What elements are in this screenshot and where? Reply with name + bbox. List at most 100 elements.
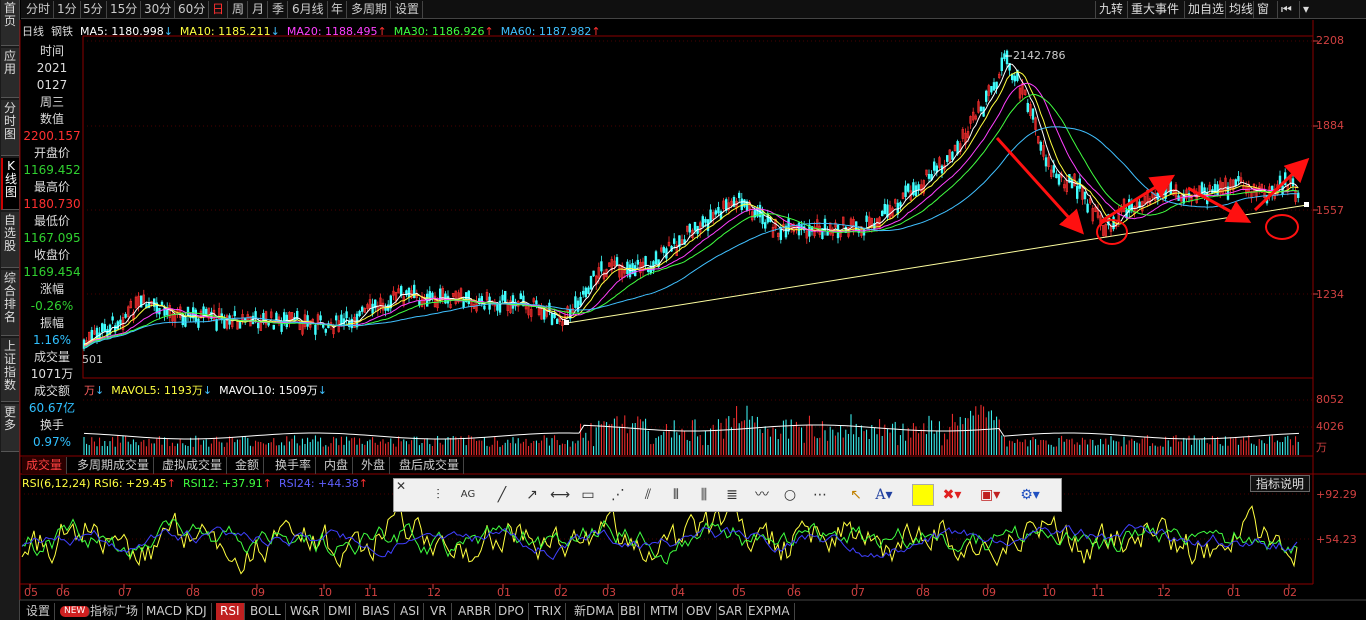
period-lines-icon[interactable]: ⦀: [666, 485, 686, 505]
indicator-tab-expma[interactable]: EXPMA: [744, 603, 795, 620]
wave-icon[interactable]: 〰: [752, 485, 772, 505]
circle-icon[interactable]: ○: [780, 485, 800, 505]
candle-body: [1055, 173, 1058, 179]
vtab-amount[interactable]: 金额: [231, 457, 265, 474]
arrow-down-icon: ↓: [317, 384, 327, 397]
candle-body: [709, 209, 712, 223]
candle-body: [979, 106, 983, 112]
indicator-tab-wr[interactable]: W&R: [286, 603, 325, 620]
vol-tick: 8052: [1316, 393, 1344, 406]
text-ag-icon[interactable]: AG: [458, 485, 478, 505]
trend-anchor: [1304, 202, 1309, 207]
rectangle-icon[interactable]: ▭: [578, 485, 598, 505]
red-circle: [1096, 219, 1128, 245]
candle-body: [951, 151, 954, 160]
hide-drawings-icon[interactable]: ▣▾: [980, 485, 1000, 505]
parallel-lines-icon[interactable]: ⫶: [428, 485, 448, 505]
x-tick: 10: [318, 586, 332, 599]
candle-body: [306, 315, 309, 327]
x-tick: 02: [554, 586, 568, 599]
indicator-tab-sar[interactable]: SAR: [714, 603, 748, 620]
candle-body: [334, 315, 338, 321]
x-tick: 01: [1227, 586, 1241, 599]
vtab-turnover[interactable]: 换手率: [271, 457, 317, 474]
vtab-outer[interactable]: 外盘: [357, 457, 391, 474]
candle-body: [101, 323, 104, 333]
vtab-virtual-volume[interactable]: 虚拟成交量: [158, 457, 228, 474]
vtab-inner[interactable]: 内盘: [320, 457, 354, 474]
indicator-tab-macd[interactable]: MACD: [142, 603, 187, 620]
fibonacci-retrace-icon[interactable]: ≣: [722, 485, 742, 505]
arrow-up-icon: ↑: [262, 477, 272, 490]
candle-body: [319, 315, 322, 321]
x-tick: 11: [1091, 586, 1105, 599]
text-icon[interactable]: A▾: [874, 485, 894, 505]
kline-chart[interactable]: [0, 0, 1366, 620]
more-icon[interactable]: ⋯: [810, 485, 830, 505]
line-segment-icon[interactable]: ╱: [492, 485, 512, 505]
arrow-up-icon: ↑: [358, 477, 368, 490]
mavol5-value: MAVOL5: 1193万: [111, 384, 203, 397]
indicator-tab-kdj[interactable]: KDJ: [182, 603, 212, 620]
color-swatch-icon[interactable]: [912, 484, 934, 506]
indicator-tab-asi[interactable]: ASI: [396, 603, 425, 620]
indicator-help-button[interactable]: 指标说明: [1250, 475, 1310, 492]
indicator-tab-bias[interactable]: BIAS: [358, 603, 395, 620]
indicator-tab-[interactable]: 指标广场: [86, 603, 144, 620]
vtab-volume[interactable]: 成交量: [22, 457, 68, 474]
candle-body: [90, 329, 94, 341]
candle-body: [990, 86, 993, 93]
channel-icon[interactable]: ⫽: [638, 485, 658, 505]
vtab-multi-volume[interactable]: 多周期成交量: [73, 457, 155, 474]
indicator-tab-[interactable]: 设置: [22, 603, 56, 620]
candle-body: [636, 259, 640, 265]
candle-body: [186, 306, 190, 316]
ray-icon[interactable]: ↗: [522, 485, 542, 505]
cursor-icon[interactable]: ↖: [846, 485, 866, 505]
x-tick: 01: [497, 586, 511, 599]
x-tick: 05: [732, 586, 746, 599]
x-tick: 06: [787, 586, 801, 599]
x-tick: 08: [916, 586, 930, 599]
fibonacci-time-icon[interactable]: ⫼: [694, 485, 714, 505]
indicator-tab-vr[interactable]: VR: [426, 603, 452, 620]
indicator-tab-obv[interactable]: OBV: [682, 603, 717, 620]
x-tick: 06: [56, 586, 70, 599]
ma20-line: [83, 82, 1299, 347]
indicator-tab-bbi[interactable]: BBI: [616, 603, 646, 620]
x-tick: 04: [671, 586, 685, 599]
vtab-afterhours[interactable]: 盘后成交量: [395, 457, 465, 474]
settings-gear-icon[interactable]: ⚙▾: [1020, 485, 1040, 505]
candle-body: [719, 211, 723, 219]
indicator-tab-dpo[interactable]: DPO: [494, 603, 529, 620]
candle-body: [880, 210, 884, 217]
candle-body: [600, 261, 603, 272]
indicator-tab-trix[interactable]: TRIX: [530, 603, 567, 620]
indicator-tab-arbr[interactable]: ARBR: [454, 603, 497, 620]
candle-body: [899, 202, 902, 207]
candle-body: [1234, 179, 1238, 187]
candle-body: [717, 207, 720, 214]
horizontal-segment-icon[interactable]: ⟷: [550, 485, 570, 505]
candlesticks: [82, 49, 1300, 352]
price-tick: 1884: [1316, 119, 1344, 132]
x-tick: 03: [602, 586, 616, 599]
fan-icon[interactable]: ⋰: [608, 485, 628, 505]
delete-icon[interactable]: ✖▾: [942, 485, 962, 505]
candle-body: [256, 322, 260, 329]
rsi12-value: RSI12: +37.91: [182, 477, 263, 490]
candle-body: [662, 246, 666, 253]
candle-body: [358, 310, 361, 317]
vol-tick: 4026: [1316, 420, 1344, 433]
indicator-tab-rsi[interactable]: RSI: [216, 603, 245, 620]
indicator-tab-boll[interactable]: BOLL: [246, 603, 286, 620]
candle-body: [1086, 203, 1089, 213]
candle-body: [321, 324, 325, 328]
candle-body: [927, 173, 931, 179]
price-tick: 1234: [1316, 288, 1344, 301]
indicator-tab-dmi[interactable]: DMI: [324, 603, 357, 620]
indicator-tab-mtm[interactable]: MTM: [646, 603, 684, 620]
close-icon[interactable]: ✕: [394, 479, 408, 493]
indicator-tab-dma[interactable]: 新DMA: [570, 603, 619, 620]
candle-body: [633, 265, 637, 277]
